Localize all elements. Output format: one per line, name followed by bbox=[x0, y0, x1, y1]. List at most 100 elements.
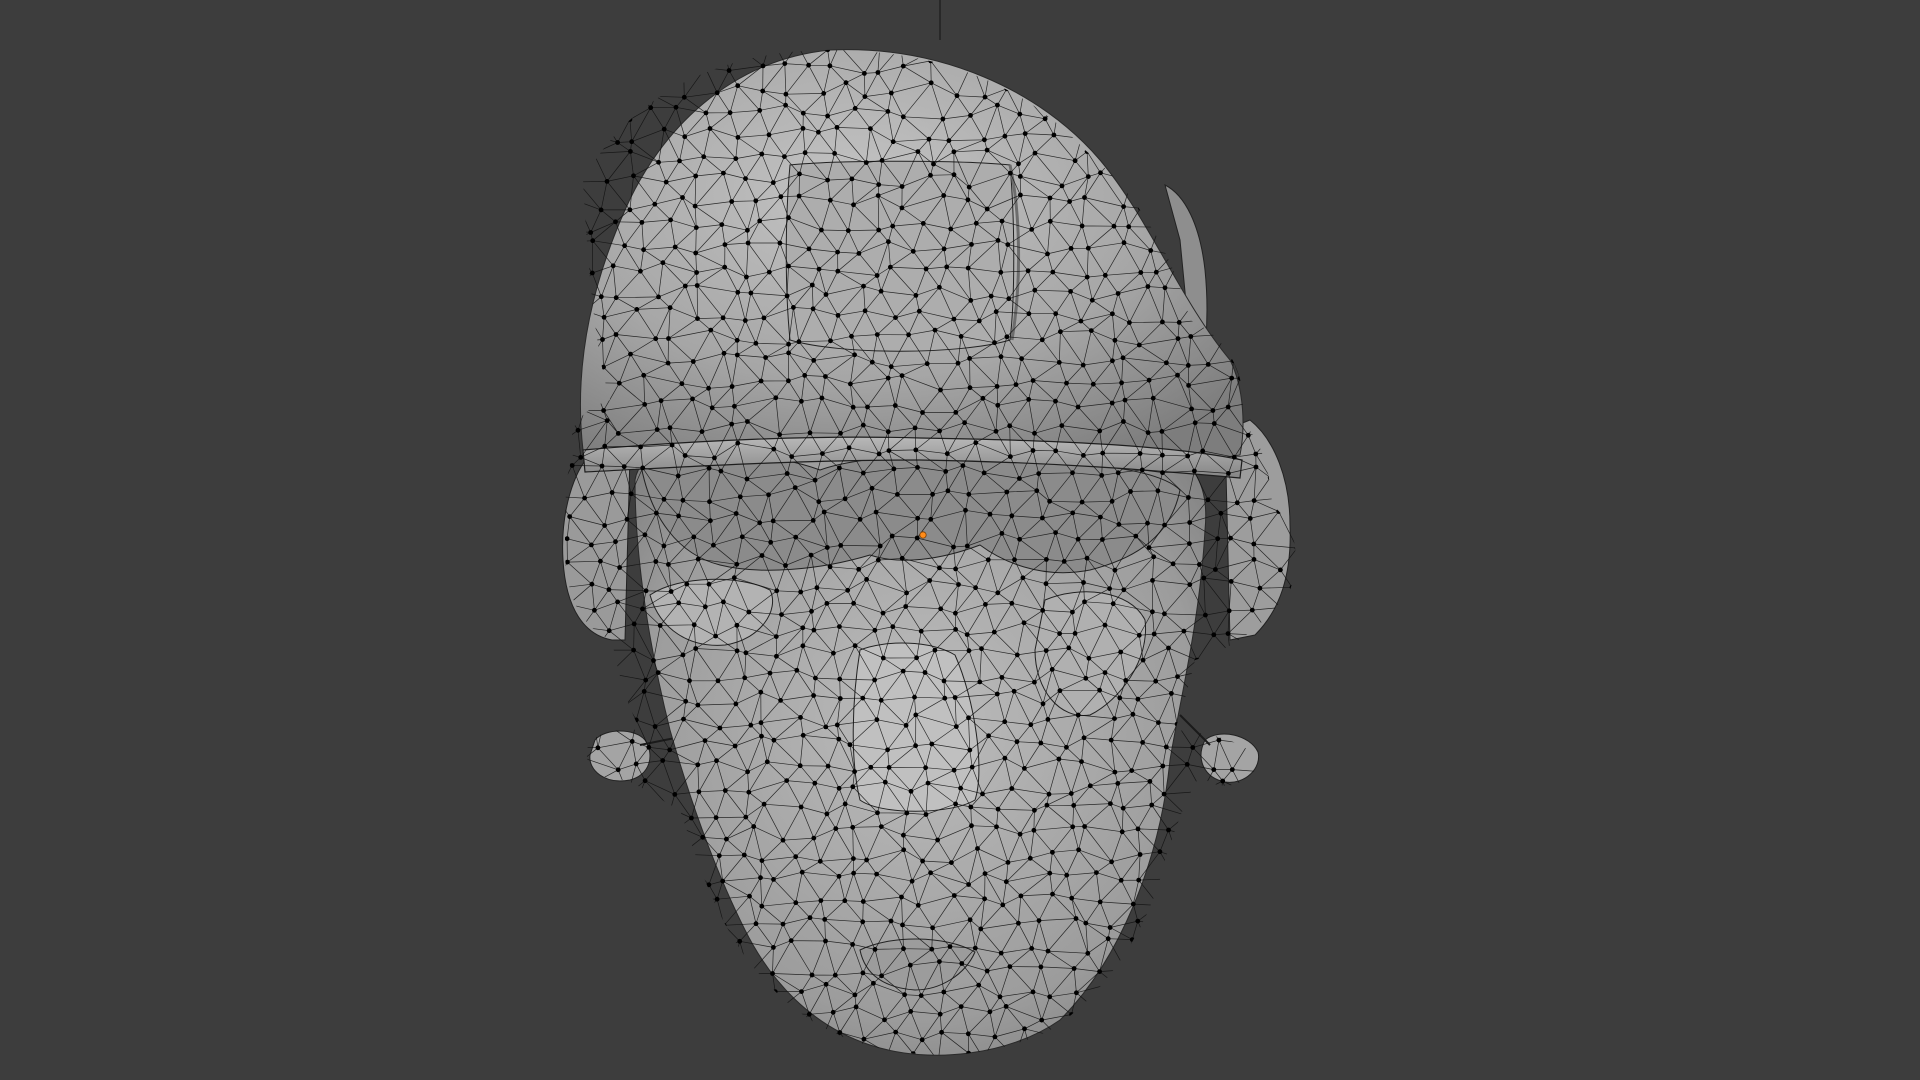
mesh-vertex[interactable] bbox=[601, 408, 606, 413]
mesh-vertex[interactable] bbox=[1281, 262, 1287, 267]
mesh-vertex[interactable] bbox=[1022, 766, 1027, 771]
mesh-vertex[interactable] bbox=[888, 364, 894, 370]
mesh-vertex[interactable] bbox=[1175, 336, 1181, 341]
mesh-vertex[interactable] bbox=[827, 197, 833, 203]
mesh-vertex[interactable] bbox=[1283, 220, 1289, 226]
mesh-vertex[interactable] bbox=[836, 736, 842, 742]
mesh-vertex[interactable] bbox=[1251, 541, 1257, 547]
mesh-vertex[interactable] bbox=[1030, 448, 1036, 453]
mesh-vertex[interactable] bbox=[872, 627, 878, 633]
mesh-vertex[interactable] bbox=[1044, 802, 1050, 808]
mesh-vertex[interactable] bbox=[872, 947, 878, 952]
mesh-vertex[interactable] bbox=[912, 694, 917, 700]
mesh-vertex[interactable] bbox=[1276, 985, 1282, 990]
mesh-vertex[interactable] bbox=[860, 470, 866, 476]
mesh-vertex[interactable] bbox=[852, 106, 858, 111]
mesh-vertex[interactable] bbox=[1262, 93, 1267, 99]
mesh-vertex[interactable] bbox=[999, 531, 1005, 536]
mesh-vertex[interactable] bbox=[1084, 555, 1090, 561]
mesh-vertex[interactable] bbox=[1143, 1009, 1149, 1014]
mesh-vertex[interactable] bbox=[995, 238, 1001, 243]
mesh-vertex[interactable] bbox=[1098, 170, 1103, 176]
mesh-vertex[interactable] bbox=[1162, 285, 1168, 291]
mesh-vertex[interactable] bbox=[857, 516, 863, 522]
mesh-vertex[interactable] bbox=[1019, 356, 1024, 362]
mesh-vertex[interactable] bbox=[582, 495, 587, 501]
mesh-vertex[interactable] bbox=[1121, 419, 1126, 424]
mesh-vertex[interactable] bbox=[631, 939, 637, 944]
mesh-vertex[interactable] bbox=[952, 695, 958, 700]
mesh-vertex[interactable] bbox=[1137, 451, 1143, 456]
mesh-vertex[interactable] bbox=[1189, 112, 1194, 118]
mesh-vertex[interactable] bbox=[980, 791, 985, 797]
mesh-vertex[interactable] bbox=[823, 374, 828, 379]
mesh-vertex[interactable] bbox=[553, 494, 558, 499]
mesh-vertex[interactable] bbox=[1056, 360, 1062, 365]
mesh-vertex[interactable] bbox=[1184, 762, 1190, 767]
mesh-vertex[interactable] bbox=[903, 604, 909, 609]
mesh-vertex[interactable] bbox=[1248, 159, 1253, 165]
mesh-vertex[interactable] bbox=[738, 995, 743, 1001]
mesh-vertex[interactable] bbox=[1228, 155, 1234, 161]
mesh-vertex[interactable] bbox=[1225, 65, 1230, 70]
mesh-vertex[interactable] bbox=[1289, 756, 1295, 762]
mesh-vertex[interactable] bbox=[784, 471, 790, 476]
mesh-vertex[interactable] bbox=[868, 764, 874, 770]
mesh-vertex[interactable] bbox=[587, 680, 593, 686]
mesh-vertex[interactable] bbox=[938, 387, 943, 393]
mesh-vertex[interactable] bbox=[850, 784, 856, 790]
mesh-vertex[interactable] bbox=[1256, 138, 1262, 144]
mesh-vertex[interactable] bbox=[869, 359, 875, 365]
mesh-vertex[interactable] bbox=[1038, 964, 1044, 970]
mesh-vertex[interactable] bbox=[1278, 605, 1284, 610]
mesh-vertex[interactable] bbox=[699, 916, 705, 922]
mesh-vertex[interactable] bbox=[759, 733, 764, 739]
mesh-vertex[interactable] bbox=[920, 221, 926, 226]
mesh-vertex[interactable] bbox=[1173, 264, 1179, 270]
mesh-vertex[interactable] bbox=[565, 536, 570, 542]
mesh-vertex[interactable] bbox=[892, 403, 898, 408]
mesh-vertex[interactable] bbox=[900, 922, 905, 928]
mesh-vertex[interactable] bbox=[793, 534, 799, 540]
mesh-vertex[interactable] bbox=[1047, 498, 1052, 504]
mesh-vertex[interactable] bbox=[874, 871, 879, 877]
mesh-vertex[interactable] bbox=[657, 900, 663, 906]
mesh-vertex[interactable] bbox=[729, 384, 735, 389]
mesh-vertex[interactable] bbox=[1081, 49, 1087, 54]
mesh-vertex[interactable] bbox=[1226, 471, 1231, 476]
mesh-vertex[interactable] bbox=[1133, 138, 1139, 144]
mesh-vertex[interactable] bbox=[1196, 874, 1201, 880]
mesh-vertex[interactable] bbox=[1268, 746, 1274, 751]
mesh-vertex[interactable] bbox=[928, 516, 934, 522]
mesh-vertex[interactable] bbox=[601, 719, 606, 725]
mesh-vertex[interactable] bbox=[565, 559, 570, 565]
mesh-vertex[interactable] bbox=[800, 125, 806, 131]
mesh-vertex[interactable] bbox=[823, 938, 828, 944]
mesh-vertex[interactable] bbox=[1097, 428, 1103, 434]
mesh-vertex[interactable] bbox=[1250, 872, 1256, 878]
mesh-vertex[interactable] bbox=[1149, 802, 1155, 808]
mesh-vertex[interactable] bbox=[695, 702, 701, 708]
mesh-vertex[interactable] bbox=[681, 716, 686, 722]
mesh-vertex[interactable] bbox=[915, 515, 921, 521]
mesh-vertex[interactable] bbox=[916, 308, 922, 314]
mesh-vertex[interactable] bbox=[1084, 1033, 1090, 1039]
mesh-vertex[interactable] bbox=[1160, 470, 1165, 476]
mesh-vertex[interactable] bbox=[1151, 631, 1157, 637]
mesh-vertex[interactable] bbox=[1216, 737, 1222, 743]
mesh-vertex[interactable] bbox=[657, 623, 663, 628]
mesh-vertex[interactable] bbox=[1016, 161, 1021, 167]
mesh-vertex[interactable] bbox=[687, 678, 692, 684]
mesh-vertex[interactable] bbox=[695, 316, 700, 321]
mesh-vertex[interactable] bbox=[567, 514, 573, 519]
mesh-vertex[interactable] bbox=[1183, 812, 1189, 818]
mesh-vertex[interactable] bbox=[891, 466, 897, 472]
mesh-vertex[interactable] bbox=[582, 308, 588, 314]
mesh-vertex[interactable] bbox=[627, 207, 633, 213]
mesh-vertex[interactable] bbox=[1138, 205, 1143, 211]
mesh-vertex[interactable] bbox=[1110, 358, 1115, 364]
mesh-vertex[interactable] bbox=[958, 1004, 964, 1009]
mesh-vertex[interactable] bbox=[627, 965, 632, 970]
mesh-vertex[interactable] bbox=[1201, 856, 1207, 861]
mesh-vertex[interactable] bbox=[1279, 61, 1285, 66]
